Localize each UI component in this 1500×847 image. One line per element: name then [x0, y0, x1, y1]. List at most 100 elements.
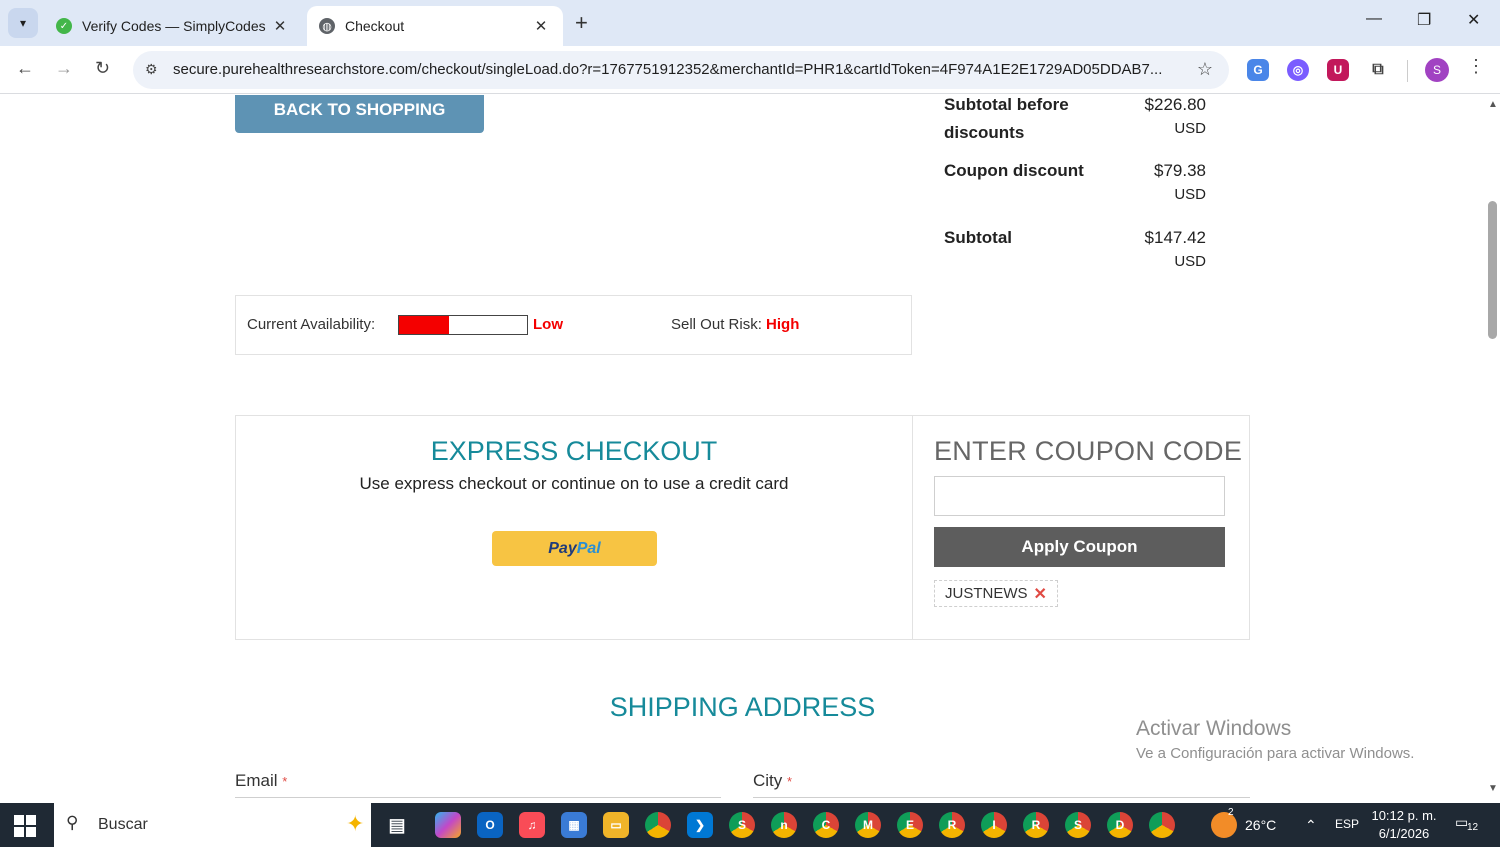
chrome-profile-icon[interactable]: R	[1023, 812, 1049, 838]
back-to-shopping-button[interactable]: BACK TO SHOPPING	[235, 95, 484, 133]
chrome-profile-icon[interactable]: S	[729, 812, 755, 838]
totals-currency: USD	[1174, 186, 1206, 203]
clock[interactable]: 10:12 p. m. 6/1/2026	[1366, 807, 1442, 843]
scroll-down-icon[interactable]: ▼	[1488, 783, 1498, 794]
sparkle-icon: ✦	[346, 811, 365, 836]
page-scrollbar[interactable]: ▲ ▼	[1485, 95, 1500, 803]
totals-currency: USD	[1174, 253, 1206, 270]
reload-icon[interactable]: ↻	[95, 58, 110, 79]
paypal-button[interactable]: Pay Pal	[492, 531, 657, 566]
clock-time: 10:12 p. m.	[1371, 808, 1437, 823]
express-checkout-section: EXPRESS CHECKOUT Use express checkout or…	[235, 415, 1250, 640]
page-viewport: BACK TO SHOPPING Subtotal before discoun…	[0, 95, 1500, 803]
notification-center[interactable]: ▭ 12	[1455, 814, 1481, 836]
chrome-profile-icon[interactable]: S	[1065, 812, 1091, 838]
taskbar-search[interactable]: ⚲ Buscar ✦	[54, 803, 371, 847]
remove-coupon-icon[interactable]: ✕	[1034, 584, 1047, 604]
availability-bar-fill	[399, 316, 449, 334]
tab-search-button[interactable]: ▾	[8, 8, 38, 38]
simplycodes-favicon-icon: ✓	[56, 18, 72, 34]
bookmark-star-icon[interactable]: ☆	[1197, 59, 1213, 80]
scrollbar-thumb[interactable]	[1488, 201, 1497, 339]
site-info-icon[interactable]: ⚙	[145, 61, 158, 78]
coupon-input[interactable]	[934, 476, 1225, 516]
chrome-profile-initial: I	[992, 818, 996, 832]
ublock-icon[interactable]: U	[1327, 59, 1349, 81]
forward-arrow-icon[interactable]: →	[55, 58, 73, 79]
toolbar-separator	[1407, 60, 1408, 82]
minimize-icon[interactable]: —	[1366, 10, 1382, 28]
required-marker: *	[787, 774, 793, 789]
required-marker: *	[282, 774, 288, 789]
chrome-profile-initial: S	[1073, 818, 1082, 832]
close-tab-icon[interactable]: ✕	[270, 17, 290, 35]
weather-badge: 2	[1228, 807, 1234, 818]
vscode-icon[interactable]: ❯	[687, 812, 713, 838]
chrome-profile-initial: R	[947, 818, 957, 832]
chrome-profile-initial: E	[905, 818, 914, 832]
close-window-icon[interactable]: ✕	[1467, 10, 1480, 30]
browser-toolbar: ← → ↻ ⚙ secure.purehealthresearchstore.c…	[0, 46, 1500, 94]
scroll-up-icon[interactable]: ▲	[1488, 99, 1498, 110]
task-view-icon[interactable]: ▤	[384, 812, 410, 838]
weather-temperature[interactable]: 26°C	[1245, 817, 1276, 833]
notification-count: 12	[1467, 822, 1479, 833]
paypal-logo-part: Pal	[576, 539, 601, 557]
translate-icon[interactable]: G	[1247, 59, 1269, 81]
windows-activation-watermark: Activar Windows Ve a Configuración para …	[1136, 717, 1414, 762]
chrome-profile-icon[interactable]: I	[981, 812, 1007, 838]
coupon-title: ENTER COUPON CODE	[934, 436, 1243, 466]
chrome-profile-icon[interactable]	[1149, 812, 1175, 838]
kebab-menu-icon[interactable]: ⋮	[1467, 56, 1485, 77]
url-text[interactable]: secure.purehealthresearchstore.com/check…	[173, 61, 1173, 78]
chrome-profile-icon[interactable]: C	[813, 812, 839, 838]
availability-bar	[398, 315, 528, 335]
store-icon[interactable]: ▦	[561, 812, 587, 838]
totals-label: Coupon discount	[944, 161, 1084, 180]
music-icon[interactable]: ♫	[519, 812, 545, 838]
copilot-icon[interactable]	[435, 812, 461, 838]
email-label: Email *	[235, 771, 287, 791]
chrome-profile-icon[interactable]: R	[939, 812, 965, 838]
sell-out-risk: Sell Out Risk: High	[671, 316, 799, 333]
chrome-profile-initial: M	[863, 818, 873, 832]
profile-avatar[interactable]: S	[1425, 58, 1449, 82]
applied-coupon-code: JUSTNEWS	[945, 585, 1028, 602]
new-tab-icon[interactable]: +	[575, 10, 588, 36]
city-label: City *	[753, 771, 792, 791]
outlook-icon[interactable]: O	[477, 812, 503, 838]
risk-label: Sell Out Risk:	[671, 316, 762, 333]
watermark-title: Activar Windows	[1136, 717, 1292, 740]
close-tab-icon[interactable]: ✕	[531, 17, 551, 35]
chrome-profile-icon[interactable]: D	[1107, 812, 1133, 838]
windows-start-icon[interactable]	[14, 815, 36, 837]
chrome-profile-initial: S	[737, 818, 746, 832]
chrome-profile-initial: n	[780, 818, 788, 832]
chrome-profile-icon[interactable]: E	[897, 812, 923, 838]
paypal-logo-part: Pay	[548, 539, 577, 557]
totals-label: Subtotal	[944, 228, 1012, 247]
extension-icon[interactable]: ◎	[1287, 59, 1309, 81]
tab-checkout[interactable]: ◍ Checkout ✕	[307, 6, 563, 46]
field-label-text: Email	[235, 771, 278, 790]
file-explorer-icon[interactable]: ▭	[603, 812, 629, 838]
applied-coupon-chip: JUSTNEWS ✕	[934, 580, 1058, 607]
tab-title: Verify Codes — SimplyCodes	[82, 18, 266, 34]
puzzle-icon[interactable]: ⧉	[1367, 59, 1389, 81]
tab-simplycodes[interactable]: ✓ Verify Codes — SimplyCodes ✕	[44, 6, 302, 46]
tab-strip: ▾ ✓ Verify Codes — SimplyCodes ✕ ◍ Check…	[0, 0, 1500, 46]
restore-icon[interactable]: ❐	[1417, 10, 1431, 30]
globe-icon: ◍	[319, 18, 335, 34]
taskbar-search-text[interactable]: Buscar	[98, 816, 148, 834]
chrome-profile-initial: D	[1115, 818, 1125, 832]
language-indicator[interactable]: ESP	[1335, 817, 1359, 831]
apply-coupon-button[interactable]: Apply Coupon	[934, 527, 1225, 567]
back-arrow-icon[interactable]: ←	[16, 58, 34, 79]
chrome-profile-icon[interactable]: n	[771, 812, 797, 838]
totals-currency: USD	[1174, 120, 1206, 137]
chrome-profile-icon[interactable]: M	[855, 812, 881, 838]
chrome-icon[interactable]	[645, 812, 671, 838]
address-bar[interactable]: ⚙ secure.purehealthresearchstore.com/che…	[133, 51, 1229, 89]
chevron-up-icon[interactable]: ⌃	[1305, 817, 1317, 834]
availability-panel: Current Availability: Low Sell Out Risk:…	[235, 295, 912, 355]
